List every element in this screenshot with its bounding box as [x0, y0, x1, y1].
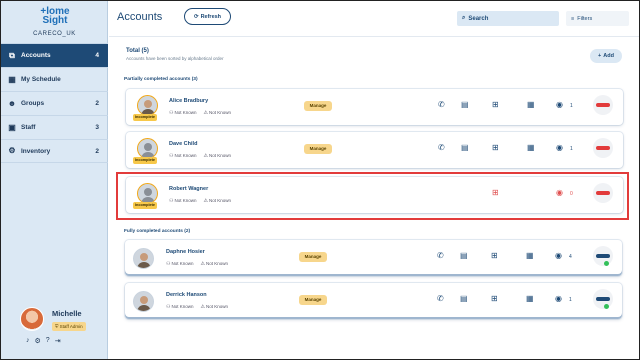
- manage-button[interactable]: Manage: [304, 144, 332, 154]
- warning-icon: ⚠: [200, 261, 205, 267]
- status-toggle[interactable]: [593, 246, 613, 266]
- profile-actions: ♪ ⚙ ? ⇥: [26, 337, 61, 345]
- status-toggle[interactable]: [593, 289, 613, 309]
- sidebar-item-groups[interactable]: ☻ Groups 2: [1, 91, 108, 115]
- refresh-icon: ⟳: [193, 13, 199, 20]
- status-toggle[interactable]: [593, 95, 613, 115]
- divider: [109, 36, 639, 37]
- sort-note: Accounts have been sorted by alphabetica…: [126, 56, 224, 61]
- account-card[interactable]: Daphne Hosier ⚇Not Known ⚠Not Known Mana…: [125, 240, 622, 276]
- online-indicator: [604, 261, 609, 266]
- calendar-icon[interactable]: ▦: [527, 143, 535, 153]
- account-card[interactable]: Derrick Hanson ⚇Not Known ⚠Not Known Man…: [125, 283, 622, 319]
- avatar: [137, 95, 158, 116]
- person-icon: ⚇: [169, 153, 174, 159]
- person-icon: ⚇: [166, 261, 171, 267]
- calendar-icon[interactable]: ▦: [527, 100, 535, 110]
- avatar: [137, 138, 158, 159]
- online-indicator: [604, 304, 609, 309]
- accounts-icon: ⧉: [9, 50, 15, 60]
- refresh-button[interactable]: ⟳ Refresh: [184, 8, 231, 25]
- settings-icon[interactable]: ⚙: [35, 337, 41, 345]
- sidebar-item-staff[interactable]: ▣ Staff 3: [1, 115, 108, 139]
- page-title: Accounts: [117, 11, 163, 23]
- role-badge: ⛨ Staff Admin: [52, 322, 86, 331]
- contacts-icon[interactable]: ◉: [556, 143, 563, 153]
- section-title-partial: Partially completed accounts (3): [124, 77, 198, 82]
- contacts-icon[interactable]: ◉: [555, 294, 562, 304]
- avatar: [133, 248, 154, 269]
- calendar-icon: ▦: [8, 74, 16, 84]
- account-meta: ⚇Not Known ⚠Not Known: [166, 304, 228, 310]
- total-count: Total (5): [126, 48, 149, 54]
- warning-icon: ⚠: [200, 304, 205, 310]
- phone-icon[interactable]: ✆: [438, 100, 445, 110]
- incomplete-badge: Incomplete: [133, 114, 158, 121]
- manage-button[interactable]: Manage: [304, 101, 332, 111]
- sidebar: +lome Sight CARECO_UK ⧉ Accounts 4 ▦ My …: [1, 1, 108, 359]
- phone-icon[interactable]: ✆: [438, 143, 445, 153]
- avatar: [133, 291, 154, 312]
- plus-icon: +: [598, 53, 602, 59]
- org-name: CARECO_UK: [33, 31, 76, 37]
- message-icon[interactable]: ▤: [460, 294, 468, 304]
- contacts-count: 1: [569, 297, 572, 303]
- logout-icon[interactable]: ⇥: [55, 337, 61, 345]
- account-meta: ⚇Not Known ⚠Not Known: [169, 110, 231, 116]
- help-icon[interactable]: ?: [46, 337, 50, 345]
- phone-icon[interactable]: ✆: [437, 251, 444, 261]
- notifications-icon[interactable]: ♪: [26, 337, 30, 345]
- account-name: Derrick Hanson: [166, 292, 207, 298]
- status-toggle[interactable]: [593, 138, 613, 158]
- avatar[interactable]: [20, 307, 44, 331]
- warning-icon: ⚠: [203, 110, 208, 116]
- warning-icon: ⚠: [203, 153, 208, 159]
- person-icon: ⚇: [169, 110, 174, 116]
- account-card[interactable]: Incomplete Dave Child ⚇Not Known ⚠Not Kn…: [126, 132, 623, 168]
- account-meta: ⚇Not Known ⚠Not Known: [166, 261, 228, 267]
- account-name: Alice Bradbury: [169, 98, 209, 104]
- contacts-count: 1: [570, 103, 573, 109]
- contacts-count: 1: [570, 146, 573, 152]
- calendar-icon[interactable]: ▦: [526, 251, 534, 261]
- sidebar-item-my-schedule[interactable]: ▦ My Schedule: [1, 67, 108, 91]
- phone-icon[interactable]: ✆: [437, 294, 444, 304]
- account-meta: ⚇Not Known ⚠Not Known: [169, 153, 231, 159]
- person-icon: ⚇: [166, 304, 171, 310]
- medical-bag-icon[interactable]: ⊞: [491, 251, 498, 261]
- manage-button[interactable]: Manage: [299, 252, 327, 262]
- manage-button[interactable]: Manage: [299, 295, 327, 305]
- medical-bag-icon[interactable]: ⊞: [492, 100, 499, 110]
- message-icon[interactable]: ▤: [461, 143, 469, 153]
- add-button[interactable]: + Add: [590, 49, 622, 63]
- filters-button[interactable]: ≡ Filters: [566, 11, 629, 26]
- account-name: Dave Child: [169, 141, 198, 147]
- account-card[interactable]: Incomplete Alice Bradbury ⚇Not Known ⚠No…: [126, 89, 623, 125]
- message-icon[interactable]: ▤: [461, 100, 469, 110]
- message-icon[interactable]: ▤: [460, 251, 468, 261]
- contacts-icon[interactable]: ◉: [556, 100, 563, 110]
- selection-highlight: [116, 172, 629, 220]
- calendar-icon[interactable]: ▦: [526, 294, 534, 304]
- sidebar-item-inventory[interactable]: ⚙ Inventory 2: [1, 139, 108, 163]
- section-title-complete: Fully completed accounts (2): [124, 229, 191, 234]
- account-name: Daphne Hosier: [166, 249, 205, 255]
- sidebar-item-accounts[interactable]: ⧉ Accounts 4: [1, 43, 108, 67]
- staff-icon: ▣: [8, 122, 16, 132]
- inventory-icon: ⚙: [8, 146, 16, 155]
- search-button[interactable]: ⌕ Search: [457, 11, 559, 26]
- profile-name: Michelle: [52, 309, 82, 318]
- contacts-icon[interactable]: ◉: [555, 251, 562, 261]
- incomplete-badge: Incomplete: [133, 157, 158, 164]
- medical-bag-icon[interactable]: ⊞: [491, 294, 498, 304]
- filter-icon: ≡: [571, 15, 575, 22]
- groups-icon: ☻: [7, 98, 17, 108]
- search-icon: ⌕: [462, 15, 466, 21]
- user-profile: Michelle ⛨ Staff Admin ♪ ⚙ ? ⇥: [1, 301, 108, 359]
- medical-bag-icon[interactable]: ⊞: [492, 143, 499, 153]
- contacts-count: 4: [569, 254, 572, 260]
- app-logo[interactable]: +lome Sight: [35, 7, 75, 26]
